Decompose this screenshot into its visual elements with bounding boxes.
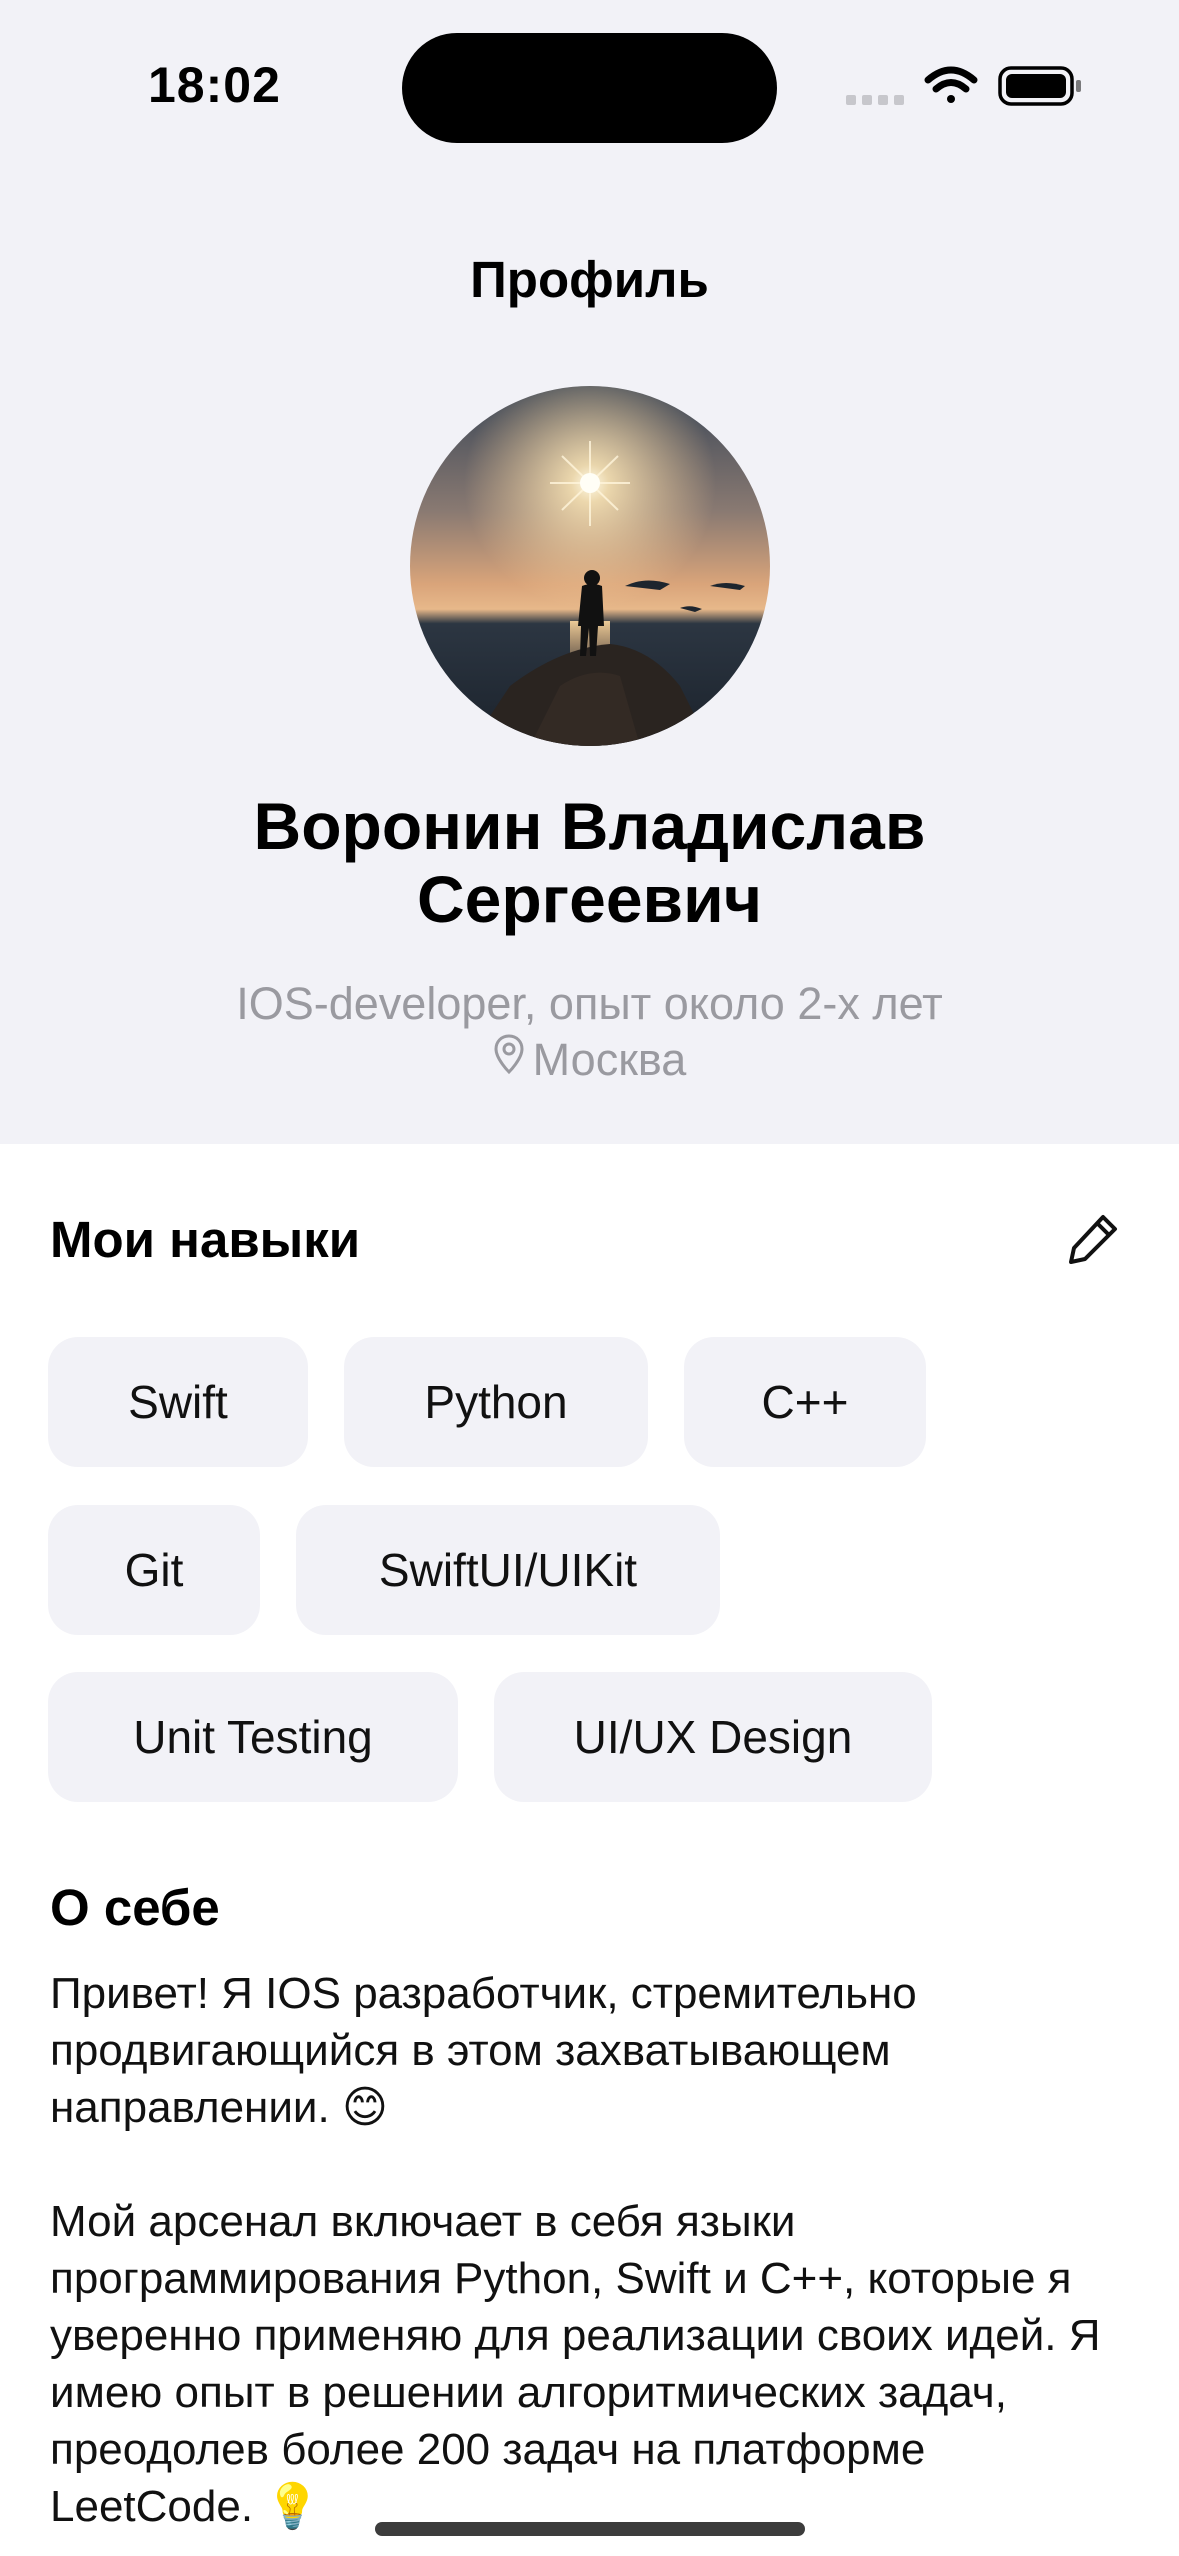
- profile-location: Москва: [0, 1033, 1179, 1086]
- home-indicator[interactable]: [375, 2522, 805, 2536]
- profile-header: 18:02 Профиль Воронин Владислав Сергееви…: [0, 0, 1179, 1144]
- profile-name: Воронин Владислав Сергеевич: [0, 790, 1179, 935]
- profile-name-line2: Сергеевич: [416, 861, 763, 936]
- skills-title: Мои навыки: [50, 1211, 361, 1268]
- cellular-signal-icon: [846, 95, 904, 105]
- location-text: Москва: [532, 1033, 687, 1085]
- location-pin-icon: [493, 1033, 525, 1086]
- skill-chip-swift[interactable]: Swift: [48, 1337, 308, 1467]
- about-paragraph-1: Привет! Я IOS разработчик, стремительно …: [50, 1969, 917, 2132]
- page-title: Профиль: [470, 251, 709, 308]
- about-text: Привет! Я IOS разработчик, стремительно …: [50, 1965, 1140, 2535]
- skill-chip-unit-testing[interactable]: Unit Testing: [48, 1672, 458, 1802]
- profile-name-line1: Воронин Владислав: [253, 789, 926, 863]
- profile-role: IOS-developer, опыт около 2-х лет: [236, 978, 943, 1029]
- skill-chip-cpp[interactable]: C++: [684, 1337, 926, 1467]
- pencil-icon: [1063, 1209, 1123, 1274]
- about-paragraph-2: Мой арсенал включает в себя языки програ…: [50, 2197, 1101, 2531]
- skill-chip-git[interactable]: Git: [48, 1505, 260, 1635]
- skill-chip-ui-ux-design[interactable]: UI/UX Design: [494, 1672, 932, 1802]
- status-time: 18:02: [148, 57, 281, 113]
- edit-skills-button[interactable]: [1060, 1208, 1126, 1274]
- battery-icon: [998, 66, 1081, 106]
- skill-chip-python[interactable]: Python: [344, 1337, 648, 1467]
- avatar[interactable]: [410, 386, 770, 746]
- status-icons: [840, 62, 1090, 112]
- skill-chip-swiftui-uikit[interactable]: SwiftUI/UIKit: [296, 1505, 720, 1635]
- wifi-icon: [924, 66, 978, 103]
- dynamic-island: [402, 33, 777, 143]
- about-title: О себе: [50, 1879, 220, 1936]
